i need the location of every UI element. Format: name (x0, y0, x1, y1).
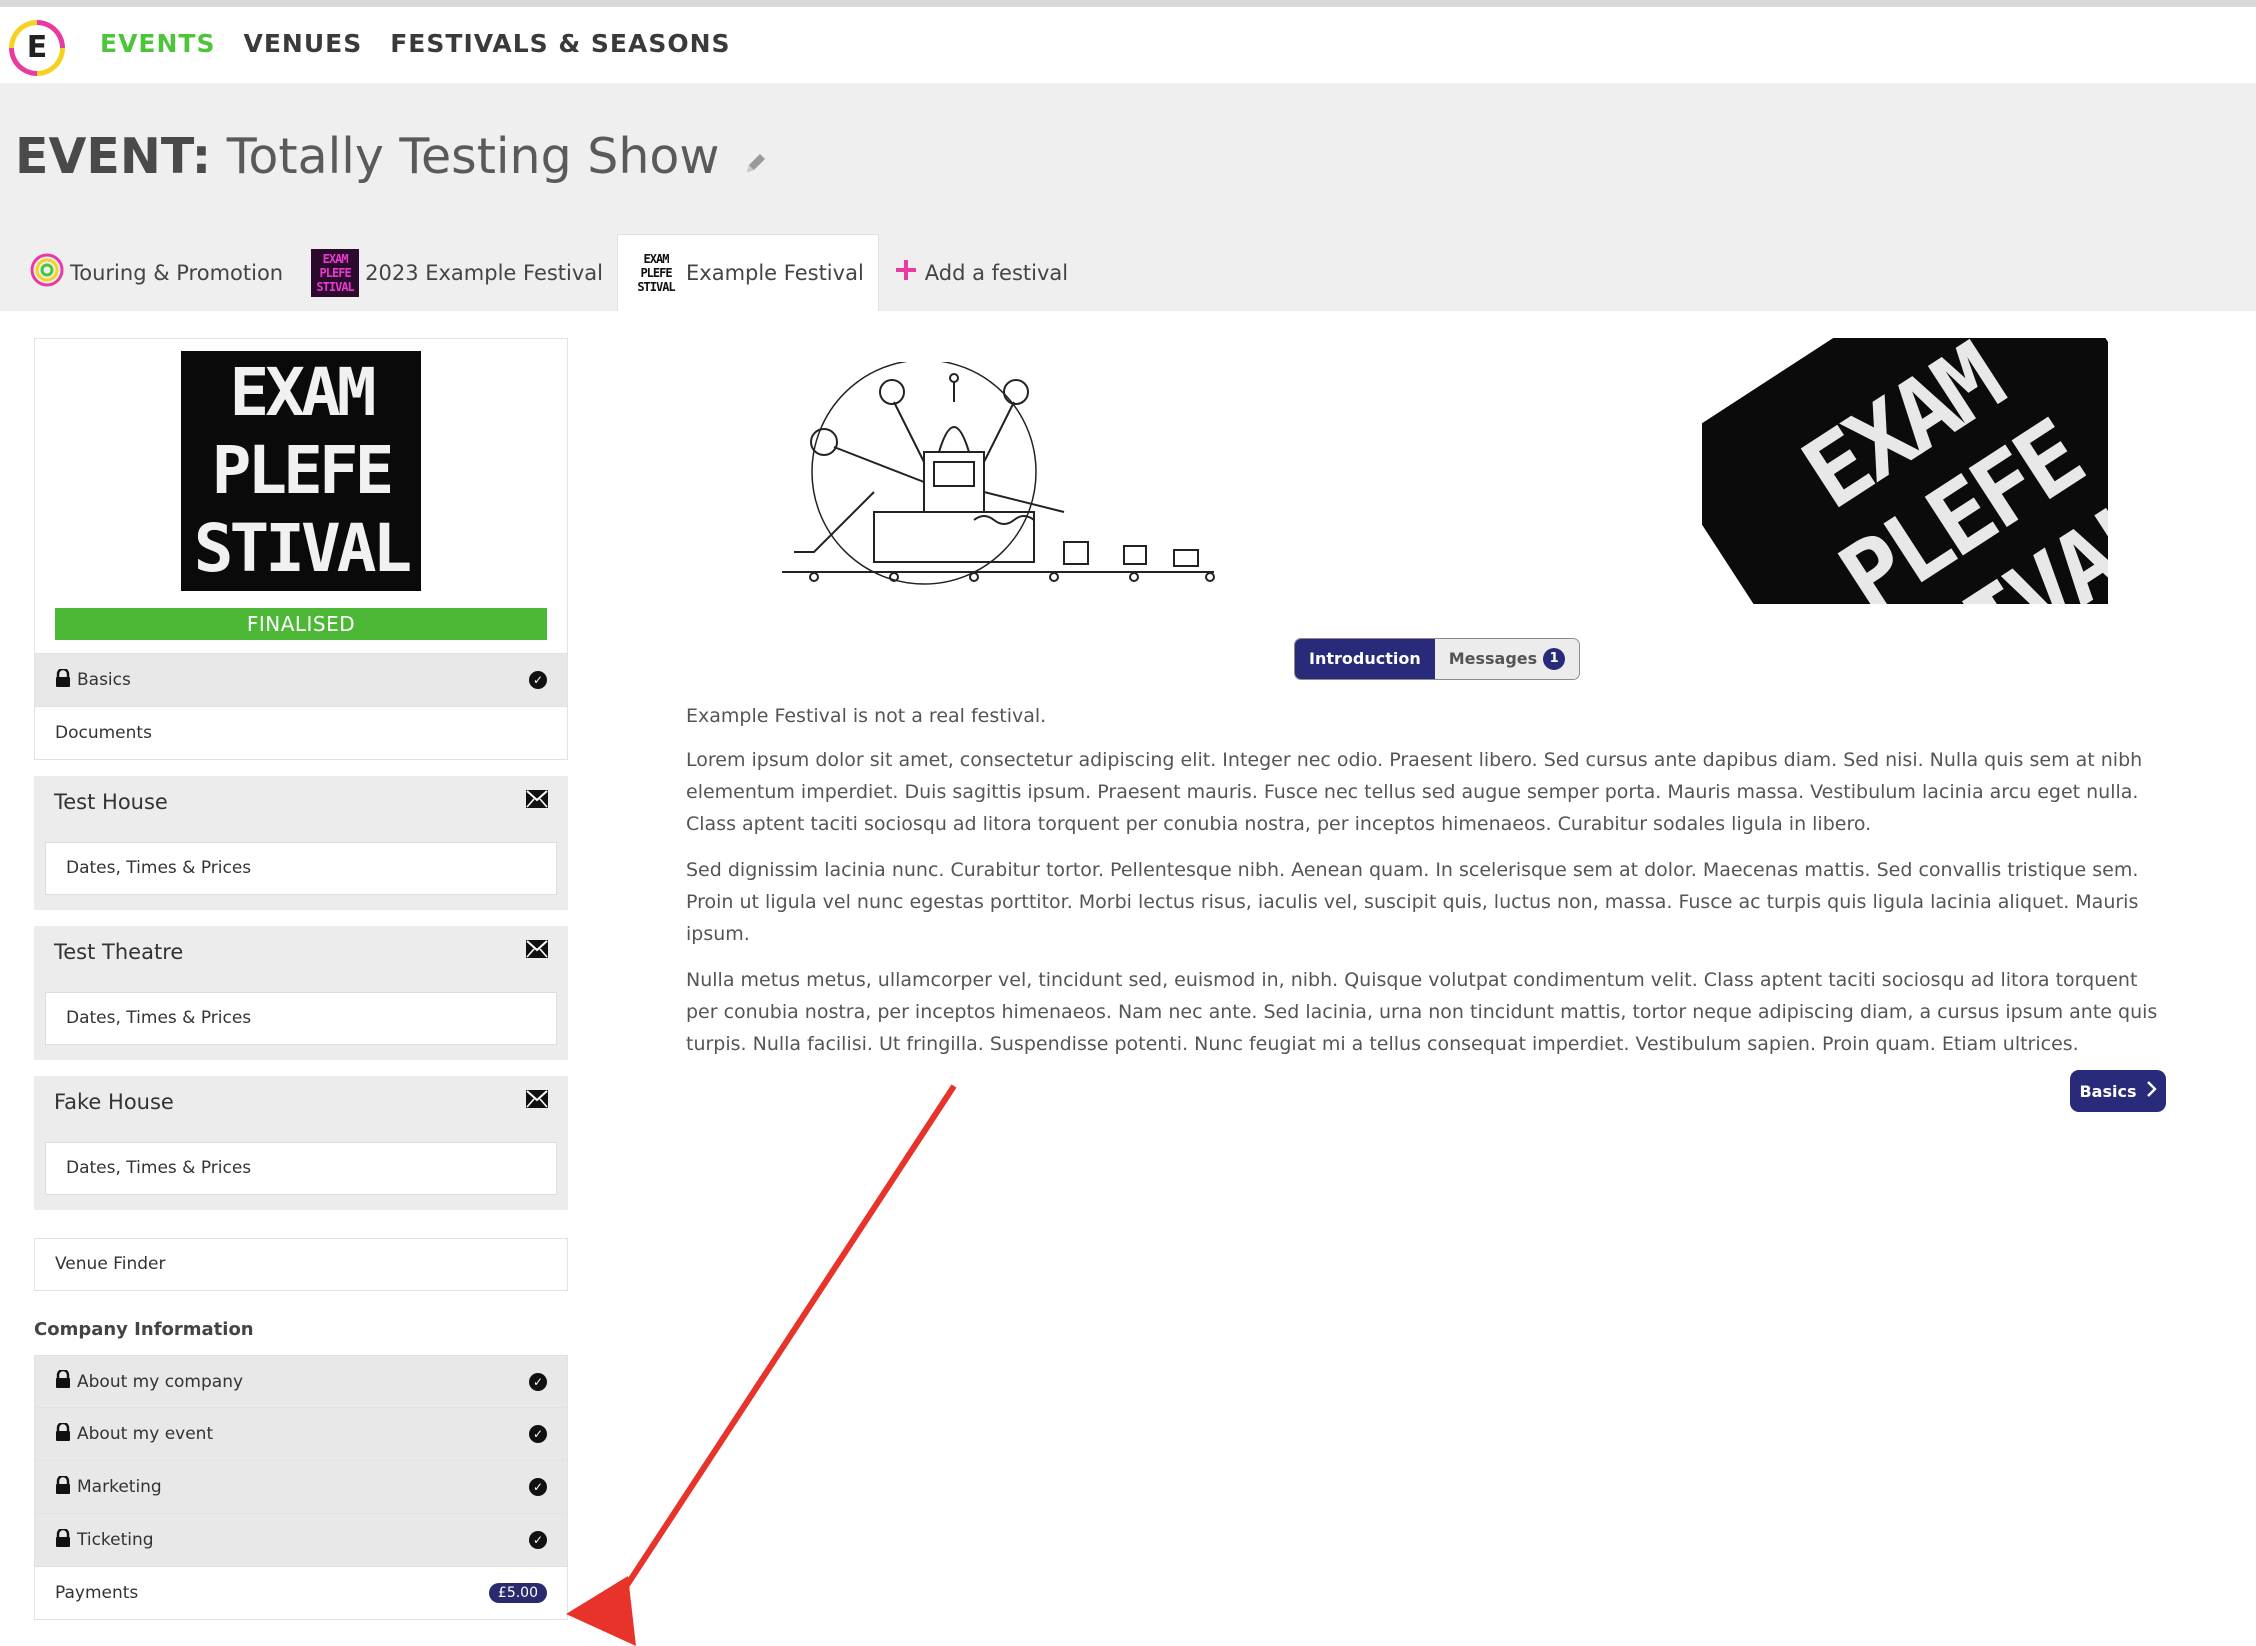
message-count-badge: 1 (1543, 648, 1566, 670)
lock-icon (55, 1421, 71, 1446)
check-circle-icon: ✓ (529, 1425, 547, 1443)
button-label: Basics (2079, 1081, 2137, 1101)
nav-links: EVENTS VENUES FESTIVALS & SEASONS (100, 29, 731, 58)
sidebar-item-label: Marketing (77, 1477, 162, 1497)
chevron-right-icon (2145, 1080, 2157, 1102)
sidebar-item-basics[interactable]: Basics ✓ (34, 654, 568, 707)
tab-2023-example-festival[interactable]: EXAM PLEFE STIVAL 2023 Example Festival (297, 234, 617, 311)
payment-amount-badge: £5.00 (488, 1583, 547, 1603)
tab-label: Add a festival (924, 260, 1069, 285)
venue-name: Test House (54, 790, 168, 814)
venue-panel: Test House Dates, Times & Prices (34, 776, 568, 910)
intro-paragraph: Lorem ipsum dolor sit amet, consectetur … (686, 749, 2143, 835)
venue-panel: Fake House Dates, Times & Prices (34, 1076, 568, 1210)
nav-venues[interactable]: VENUES (244, 29, 363, 58)
festival-thumbnail-icon: EXAM PLEFE STIVAL (632, 249, 680, 297)
sidebar: EXAM PLEFE STIVAL FINALISED Basics ✓ Doc… (34, 338, 568, 1620)
lock-icon (55, 667, 71, 692)
lock-icon (55, 1368, 71, 1393)
company-info-heading: Company Information (34, 1319, 254, 1340)
introduction-content: Example Festival is not a real festival.… (686, 700, 2166, 1074)
logo-letter: E (26, 30, 48, 65)
page-title: EVENT: Totally Testing Show (15, 128, 769, 188)
check-circle-icon: ✓ (529, 1478, 547, 1496)
sidebar-item-label: Ticketing (77, 1530, 154, 1550)
sidebar-item-marketing[interactable]: Marketing ✓ (34, 1461, 568, 1514)
content-tabs: Introduction Messages 1 (1294, 638, 1581, 680)
plus-icon (893, 257, 919, 288)
tab-example-festival[interactable]: EXAM PLEFE STIVAL Example Festival (617, 234, 879, 311)
envelope-icon[interactable] (526, 1090, 548, 1112)
festival-logo: EXAM PLEFE STIVAL (181, 351, 421, 591)
nav-events[interactable]: EVENTS (100, 29, 216, 58)
tab-touring-promotion[interactable]: Touring & Promotion (16, 234, 297, 311)
check-circle-icon: ✓ (529, 1531, 547, 1549)
venue-name: Fake House (54, 1090, 174, 1114)
title-prefix: EVENT: (15, 128, 212, 185)
lock-icon (55, 1527, 71, 1552)
intro-lead: Example Festival is not a real festival. (686, 705, 1047, 727)
venue-name: Test Theatre (54, 940, 184, 964)
festival-logo-large: EXAM PLEFE STIVAL (1702, 338, 2108, 604)
sidebar-item-label: About my event (77, 1424, 214, 1444)
intro-paragraph: Nulla metus metus, ullamcorper vel, tinc… (686, 969, 2158, 1055)
pencil-icon[interactable] (743, 131, 769, 188)
festival-thumbnail-icon: EXAM PLEFE STIVAL (311, 248, 360, 297)
company-info-list: About my company ✓ About my event ✓ Mark… (34, 1355, 568, 1620)
intro-paragraph: Sed dignissim lacinia nunc. Curabitur to… (686, 859, 2139, 945)
venue-panel: Test Theatre Dates, Times & Prices (34, 926, 568, 1060)
sidebar-item-ticketing[interactable]: Ticketing ✓ (34, 1514, 568, 1567)
tab-add-festival[interactable]: Add a festival (879, 234, 1082, 311)
top-navigation: E EVENTS VENUES FESTIVALS & SEASONS (0, 0, 2256, 83)
sidebar-item-about-event[interactable]: About my event ✓ (34, 1408, 568, 1461)
venue-finder-link[interactable]: Venue Finder (34, 1238, 568, 1291)
robot-factory-illustration (782, 362, 1215, 585)
next-basics-button[interactable]: Basics (2070, 1070, 2166, 1112)
target-icon (30, 253, 64, 292)
venue-dates-link[interactable]: Dates, Times & Prices (45, 992, 557, 1045)
sidebar-item-payments[interactable]: Payments £5.00 (34, 1567, 568, 1620)
tab-label: Touring & Promotion (70, 260, 284, 285)
venue-dates-link[interactable]: Dates, Times & Prices (45, 842, 557, 895)
check-circle-icon: ✓ (529, 671, 547, 689)
status-badge: FINALISED (55, 608, 547, 640)
festival-tabs: Touring & Promotion EXAM PLEFE STIVAL 2023… (16, 234, 1082, 311)
nav-festivals-seasons[interactable]: FESTIVALS & SEASONS (390, 29, 730, 58)
check-circle-icon: ✓ (529, 1372, 547, 1391)
event-title: Totally Testing Show (226, 128, 720, 185)
app-logo[interactable]: E (9, 20, 65, 76)
sidebar-item-about-company[interactable]: About my company ✓ (34, 1355, 568, 1408)
tab-label: 2023 Example Festival (365, 260, 603, 285)
sidebar-item-label: Documents (55, 723, 152, 743)
envelope-icon[interactable] (526, 940, 548, 962)
sidebar-item-label: Payments (55, 1583, 139, 1603)
envelope-icon[interactable] (526, 790, 548, 812)
venue-dates-link[interactable]: Dates, Times & Prices (45, 1142, 557, 1195)
sidebar-item-label: Basics (77, 670, 131, 690)
sidebar-item-label: About my company (77, 1371, 244, 1392)
tab-messages[interactable]: Messages 1 (1434, 639, 1580, 679)
festival-card: EXAM PLEFE STIVAL FINALISED (34, 338, 568, 654)
tab-introduction[interactable]: Introduction (1295, 639, 1435, 679)
sidebar-item-documents[interactable]: Documents (34, 707, 568, 760)
tab-label: Example Festival (686, 261, 864, 285)
lock-icon (55, 1474, 71, 1499)
